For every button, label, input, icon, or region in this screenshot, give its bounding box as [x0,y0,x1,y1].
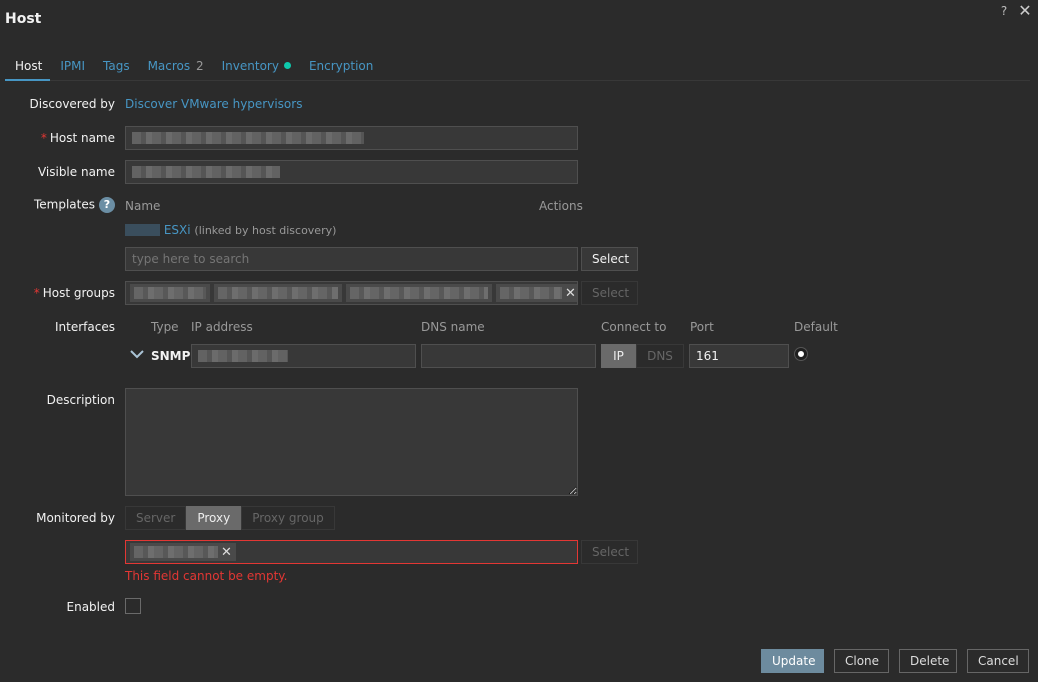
interface-type: SNMP [151,349,191,363]
tab-label: Macros [147,59,191,73]
tab-label: Host [15,59,43,73]
redacted-value [132,132,364,144]
template-select-button[interactable]: Select [581,247,638,271]
host-group-tag [346,284,492,302]
monitored-by-proxy-option[interactable]: Proxy [186,506,242,530]
monitored-by-label: Monitored by [36,511,115,525]
visible-name-input[interactable] [125,160,578,184]
tab-host[interactable]: Host [5,55,51,81]
template-note: (linked by host discovery) [194,224,337,237]
interfaces-col-type: Type [151,320,179,334]
redacted-value [350,287,488,299]
monitored-by-toggle: Server Proxy Proxy group [125,506,335,530]
delete-button[interactable]: Delete [899,649,957,673]
close-icon[interactable]: ✕ [1017,3,1033,19]
monitored-by-proxy-group-option[interactable]: Proxy group [241,506,335,530]
templates-label: Templates? [0,197,115,213]
host-group-tag [214,284,342,302]
help-circle-icon[interactable]: ? [99,197,115,213]
interfaces-col-ip: IP address [191,320,253,334]
interface-ip-input[interactable] [191,344,416,368]
interfaces-label: Interfaces [55,320,115,334]
proxy-error-message: This field cannot be empty. [125,569,288,583]
remove-tag-icon[interactable]: ✕ [565,286,576,301]
connect-to-toggle: IP DNS [601,344,684,368]
host-group-tag [130,284,210,302]
connect-dns-option[interactable]: DNS [636,344,684,368]
default-interface-radio[interactable] [795,348,807,360]
redacted-value [198,350,288,362]
host-group-tag: ✕ [496,284,577,302]
chevron-down-icon[interactable] [129,346,145,362]
tab-label: Inventory [221,59,279,73]
interface-port-input[interactable] [689,344,789,368]
tab-label: Tags [103,59,130,73]
host-groups-multiselect[interactable]: ✕ [125,281,578,305]
proxy-multiselect[interactable]: ✕ [125,540,578,564]
enabled-checkbox[interactable] [125,598,141,614]
discovered-by-label: Discovered by [29,97,115,111]
interfaces-col-default: Default [794,320,838,334]
interfaces-col-port: Port [690,320,714,334]
visible-name-label: Visible name [37,165,115,179]
tab-bar: Host IPMI Tags Macros 2 Inventory Encryp… [5,55,1030,81]
redacted-value [132,166,280,178]
required-marker: * [40,131,47,145]
inventory-status-dot-icon [283,62,291,69]
tab-inventory[interactable]: Inventory [212,55,299,80]
proxy-tag: ✕ [130,543,236,561]
discovered-by-link[interactable]: Discover VMware hypervisors [125,97,302,111]
host-groups-select-button[interactable]: Select [581,281,638,305]
redacted-value [134,546,218,558]
required-marker: * [33,286,40,300]
cancel-button[interactable]: Cancel [967,649,1029,673]
macros-count-badge: 2 [195,59,204,73]
template-link[interactable]: ESXi [164,223,191,237]
redacted-value [134,287,206,299]
help-icon[interactable]: ? [998,4,1010,20]
proxy-select-button[interactable]: Select [581,540,638,564]
enabled-label: Enabled [66,600,116,614]
interfaces-col-connect: Connect to [601,320,667,334]
host-name-input[interactable] [125,126,578,150]
dialog-title: Host [5,11,42,27]
clone-button[interactable]: Clone [834,649,889,673]
monitored-by-server-option[interactable]: Server [125,506,187,530]
interface-dns-input[interactable] [421,344,596,368]
tab-ipmi[interactable]: IPMI [50,55,93,80]
tab-encryption[interactable]: Encryption [299,55,381,80]
templates-col-name: Name [125,199,161,213]
interfaces-col-dns: DNS name [421,320,485,334]
redacted-value [125,224,160,236]
redacted-value [218,287,338,299]
connect-ip-option[interactable]: IP [601,344,636,368]
templates-col-actions: Actions [539,199,583,213]
tab-macros[interactable]: Macros 2 [138,55,212,80]
tab-label: IPMI [60,59,85,73]
description-label: Description [46,393,115,407]
host-name-label: * Host name [40,131,115,145]
host-groups-label: * Host groups [33,286,115,300]
update-button[interactable]: Update [761,649,824,673]
remove-tag-icon[interactable]: ✕ [221,545,232,560]
tab-tags[interactable]: Tags [93,55,138,80]
tab-label: Encryption [308,59,374,73]
description-textarea[interactable] [125,388,578,496]
template-row: ESXi (linked by host discovery) [125,223,336,237]
redacted-value [500,287,562,299]
template-search-input[interactable] [125,247,578,271]
